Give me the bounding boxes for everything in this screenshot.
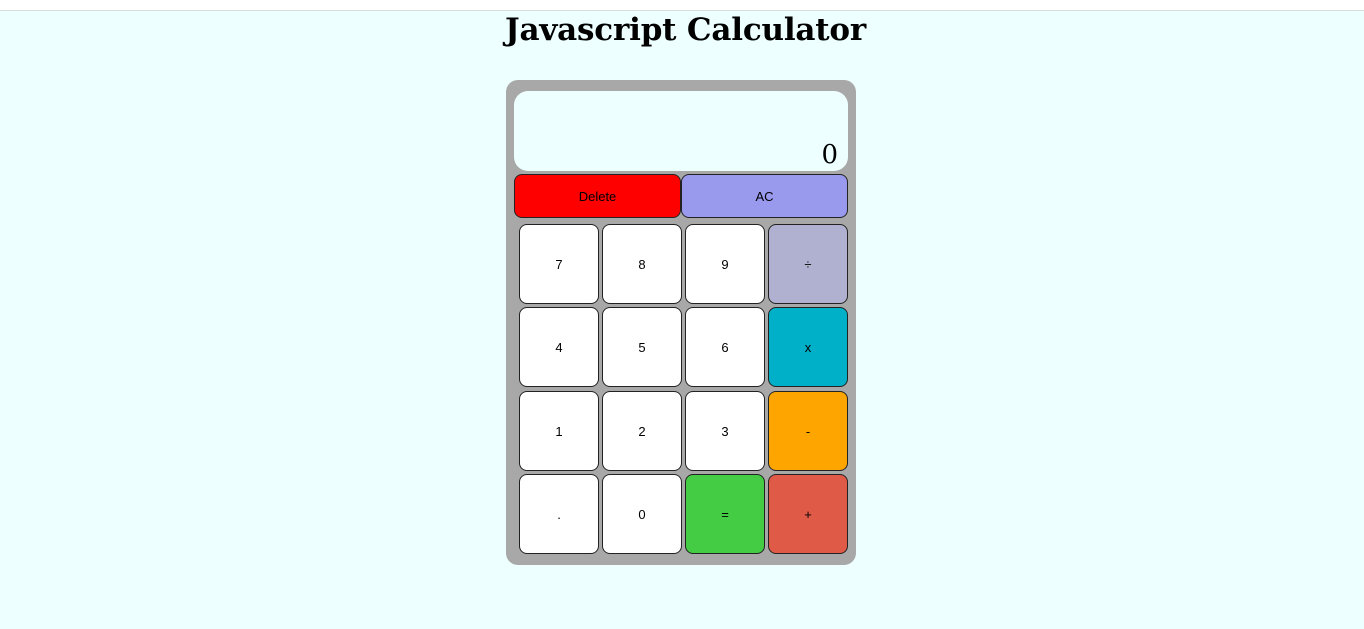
multiply-button[interactable]: x [768,307,848,387]
subtract-button[interactable]: - [768,391,848,471]
key-4-button[interactable]: 4 [519,307,599,387]
clear-all-button[interactable]: AC [681,174,848,218]
key-7-button[interactable]: 7 [519,224,599,304]
key-0-button[interactable]: 0 [602,474,682,554]
key-1-button[interactable]: 1 [519,391,599,471]
delete-button[interactable]: Delete [514,174,681,218]
page-title: Javascript Calculator [505,12,867,48]
key-2-button[interactable]: 2 [602,391,682,471]
calculator: 0 Delete AC 7 8 9 ÷ 4 5 6 x 1 2 3 - . 0 … [506,80,856,565]
key-3-button[interactable]: 3 [685,391,765,471]
key-9-button[interactable]: 9 [685,224,765,304]
key-6-button[interactable]: 6 [685,307,765,387]
key-8-button[interactable]: 8 [602,224,682,304]
add-button[interactable]: + [768,474,848,554]
key-5-button[interactable]: 5 [602,307,682,387]
decimal-button[interactable]: . [519,474,599,554]
display-value: 0 [821,140,838,170]
equals-button[interactable]: = [685,474,765,554]
calculator-display: 0 [514,91,848,171]
top-bar [0,0,1364,11]
divide-button[interactable]: ÷ [768,224,848,304]
